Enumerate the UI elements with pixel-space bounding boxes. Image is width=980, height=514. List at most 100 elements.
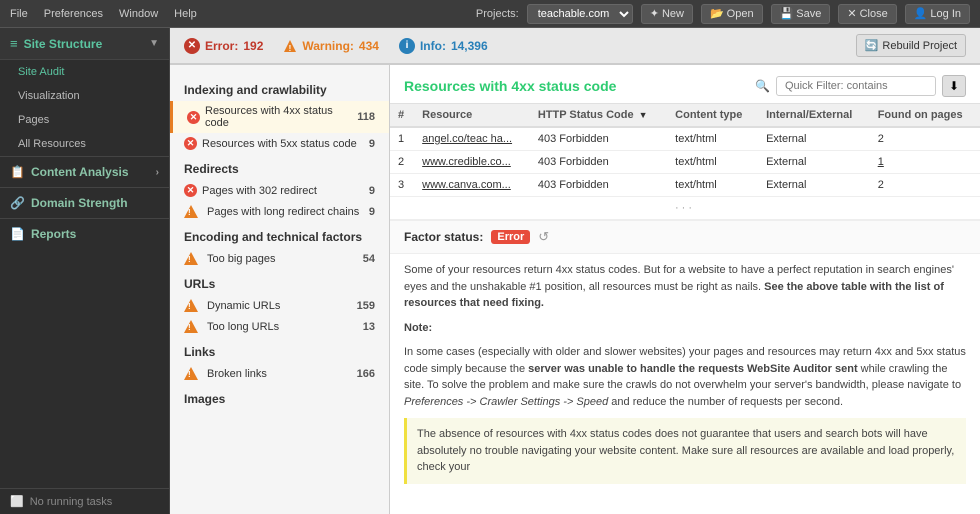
section-encoding: Encoding and technical factors	[170, 222, 389, 248]
factor-status-bar: Factor status: Error ↺	[390, 220, 980, 254]
warning-icon: !	[283, 39, 297, 53]
rebuild-button[interactable]: 🔄 Rebuild Project	[856, 34, 966, 57]
sidebar-reports[interactable]: 📄 Reports	[0, 218, 169, 249]
no-running-tasks: ⬜ No running tasks	[0, 488, 169, 514]
save-icon: 💾	[780, 7, 794, 20]
sidebar-item-site-audit[interactable]: Site Audit	[0, 60, 169, 84]
issue-dynamic-urls[interactable]: Dynamic URLs 159	[170, 295, 389, 316]
section-redirects: Redirects	[170, 154, 389, 180]
menu-preferences[interactable]: Preferences	[44, 8, 103, 20]
note-italic: Preferences -> Crawler Settings -> Speed	[404, 396, 608, 408]
row3-resource[interactable]: www.canva.com...	[414, 174, 530, 197]
menu-file[interactable]: File	[10, 8, 28, 20]
row3-content-type: text/html	[667, 174, 758, 197]
sidebar-domain-strength[interactable]: 🔗 Domain Strength	[0, 187, 169, 218]
detail-title: Resources with 4xx status code	[404, 78, 616, 94]
site-structure-icon: ≡	[10, 36, 18, 51]
table-row: 2 www.credible.co... 403 Forbidden text/…	[390, 151, 980, 174]
warning-icon-dynamic	[184, 299, 198, 312]
warning-icon-long	[184, 320, 198, 333]
error-icon: ✕	[184, 38, 200, 54]
row1-resource[interactable]: angel.co/teac ha...	[414, 127, 530, 151]
issue-broken-links[interactable]: Broken links 166	[170, 363, 389, 384]
download-button[interactable]: ⬇	[942, 75, 966, 97]
sort-icon: ▼	[639, 110, 648, 120]
section-urls: URLs	[170, 269, 389, 295]
col-http-status[interactable]: HTTP Status Code ▼	[530, 104, 667, 127]
row2-status: 403 Forbidden	[530, 151, 667, 174]
issue-long-urls[interactable]: Too long URLs 13	[170, 316, 389, 337]
row2-found-on[interactable]: 1	[870, 151, 980, 174]
row1-content-type: text/html	[667, 127, 758, 151]
sidebar-item-visualization[interactable]: Visualization	[0, 84, 169, 108]
row1-internal-external: External	[758, 127, 870, 151]
filter-bar: 🔍 ⬇	[755, 75, 966, 97]
stats-bar: ✕ Error: 192 ! Warning: 434 i Info: 14,3…	[170, 28, 980, 65]
warning-icon-big	[184, 252, 198, 265]
error-icon-5xx: ✕	[184, 137, 197, 150]
open-button[interactable]: 📂 Open	[701, 4, 763, 24]
row2-content-type: text/html	[667, 151, 758, 174]
sidebar-item-all-resources[interactable]: All Resources	[0, 132, 169, 156]
row1-found-on[interactable]: 2	[870, 127, 980, 151]
row3-status: 403 Forbidden	[530, 174, 667, 197]
table-ellipsis: ···	[390, 197, 980, 220]
sidebar-content-analysis[interactable]: 📋 Content Analysis ›	[0, 156, 169, 187]
col-num: #	[390, 104, 414, 127]
note-bold: server was unable to handle the requests…	[528, 363, 857, 375]
save-button[interactable]: 💾 Save	[771, 4, 831, 24]
svg-text:!: !	[289, 44, 292, 53]
note-body: In some cases (especially with older and…	[404, 344, 966, 410]
projects-label: Projects:	[476, 8, 519, 20]
table-row: 1 angel.co/teac ha... 403 Forbidden text…	[390, 127, 980, 151]
issue-5xx[interactable]: ✕ Resources with 5xx status code 9	[170, 133, 389, 154]
row2-internal-external: External	[758, 151, 870, 174]
row2-num: 2	[390, 151, 414, 174]
warning-icon-broken	[184, 367, 198, 380]
content-area: ✕ Error: 192 ! Warning: 434 i Info: 14,3…	[170, 28, 980, 514]
login-button[interactable]: 👤 Log In	[905, 4, 970, 24]
resources-table: # Resource HTTP Status Code ▼ Content ty…	[390, 104, 980, 220]
error-badge: ✕ Error: 192	[184, 38, 263, 54]
description-area: Some of your resources return 4xx status…	[390, 254, 980, 514]
note-text: Note:	[404, 320, 966, 337]
row3-internal-external: External	[758, 174, 870, 197]
factor-error-badge: Error	[491, 230, 530, 244]
menu-window[interactable]: Window	[119, 8, 158, 20]
info-icon: i	[399, 38, 415, 54]
error-icon-4xx: ✕	[187, 111, 200, 124]
title-bar-right: Projects: teachable.com ✦ New 📂 Open 💾 S…	[476, 4, 970, 24]
table-header-row: # Resource HTTP Status Code ▼ Content ty…	[390, 104, 980, 127]
search-icon: 🔍	[755, 79, 770, 93]
refresh-icon[interactable]: ↺	[538, 229, 549, 245]
factor-status-label: Factor status:	[404, 230, 483, 244]
menu-help[interactable]: Help	[174, 8, 197, 20]
issue-big-pages[interactable]: Too big pages 54	[170, 248, 389, 269]
issue-4xx[interactable]: ✕ Resources with 4xx status code 118	[170, 101, 389, 133]
col-internal-external: Internal/External	[758, 104, 870, 127]
domain-strength-icon: 🔗	[10, 196, 25, 210]
main-layout: ≡ Site Structure ▼ Site Audit Visualizat…	[0, 28, 980, 514]
content-analysis-icon: 📋	[10, 165, 25, 179]
sidebar-site-structure[interactable]: ≡ Site Structure ▼	[0, 28, 169, 60]
rebuild-icon: 🔄	[865, 39, 879, 52]
filter-input[interactable]	[776, 76, 936, 96]
section-links: Links	[170, 337, 389, 363]
close-button[interactable]: ✕ Close	[838, 4, 896, 24]
title-bar: File Preferences Window Help Projects: t…	[0, 0, 980, 28]
description-text: Some of your resources return 4xx status…	[404, 262, 966, 312]
highlight-box: The absence of resources with 4xx status…	[404, 418, 966, 484]
section-indexing: Indexing and crawlability	[170, 75, 389, 101]
detail-header: Resources with 4xx status code 🔍 ⬇	[390, 65, 980, 104]
new-button[interactable]: ✦ New	[641, 4, 693, 24]
projects-select[interactable]: teachable.com	[527, 4, 633, 24]
row3-num: 3	[390, 174, 414, 197]
row1-status: 403 Forbidden	[530, 127, 667, 151]
issue-302[interactable]: ✕ Pages with 302 redirect 9	[170, 180, 389, 201]
warning-icon-chains	[184, 205, 198, 218]
two-panel: Indexing and crawlability ✕ Resources wi…	[170, 65, 980, 514]
row2-resource[interactable]: www.credible.co...	[414, 151, 530, 174]
row3-found-on[interactable]: 2	[870, 174, 980, 197]
issue-redirect-chains[interactable]: Pages with long redirect chains 9	[170, 201, 389, 222]
sidebar-item-pages[interactable]: Pages	[0, 108, 169, 132]
